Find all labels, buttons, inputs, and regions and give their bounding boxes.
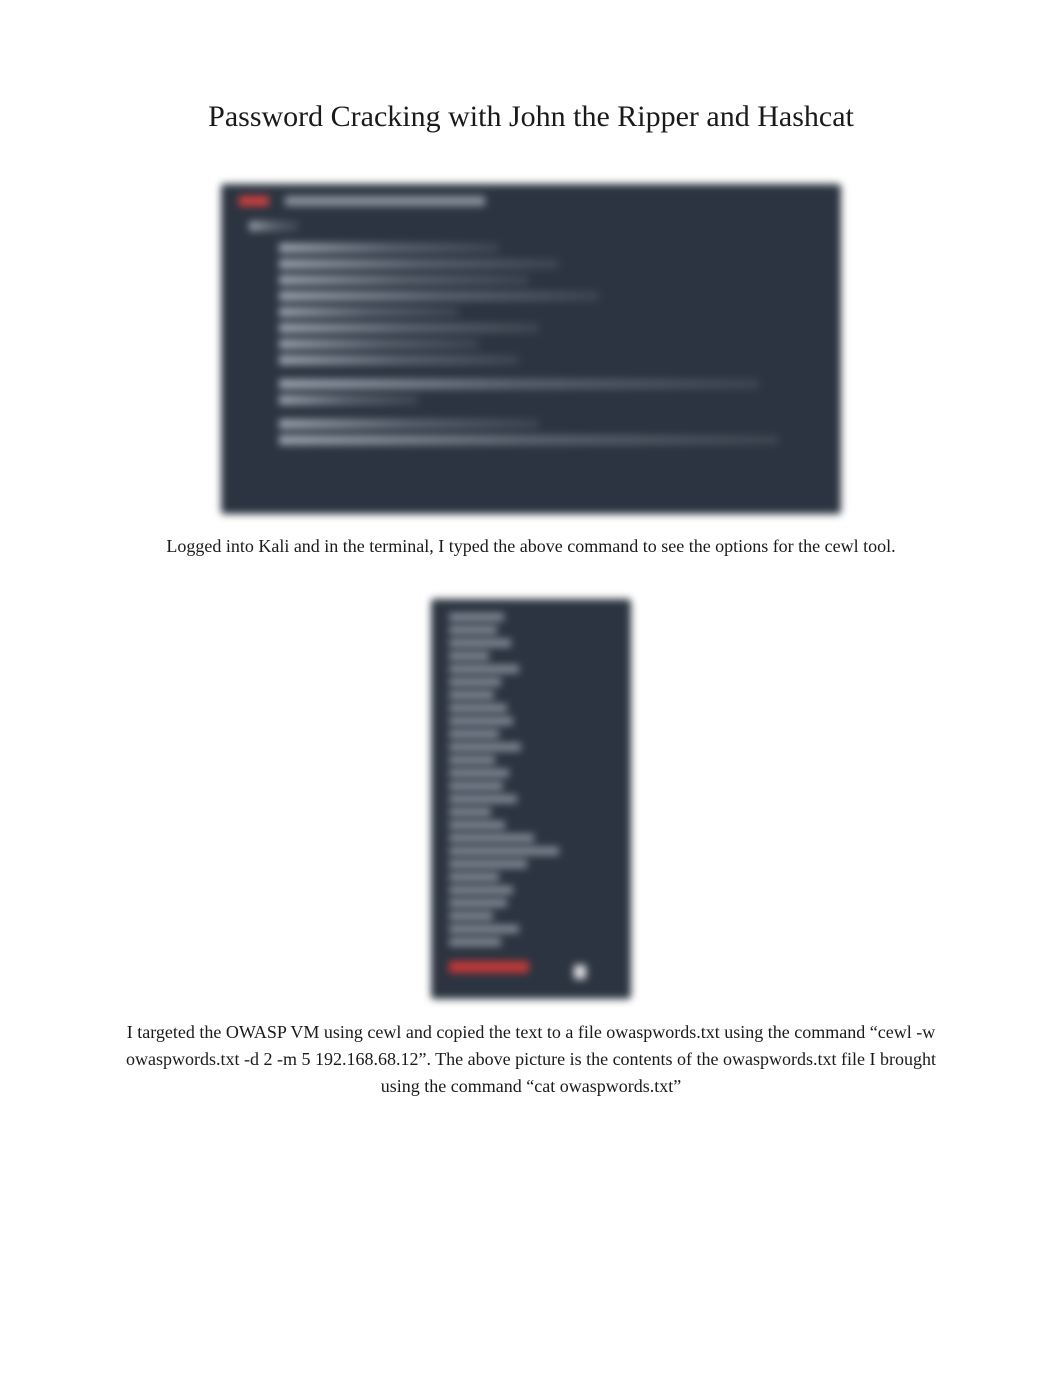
screenshot-1-container [60, 184, 1002, 514]
terminal-screenshot-1 [221, 184, 841, 514]
terminal-content-1 [221, 184, 841, 463]
terminal-content-2 [431, 599, 631, 993]
caption-1: Logged into Kali and in the terminal, I … [120, 534, 942, 559]
page-title: Password Cracking with John the Ripper a… [60, 100, 1002, 134]
terminal-prompt-indicator [449, 961, 529, 973]
terminal-cursor [574, 965, 586, 979]
terminal-screenshot-2 [431, 599, 631, 999]
caption-2: I targeted the OWASP VM using cewl and c… [120, 1019, 942, 1100]
screenshot-2-container [60, 599, 1002, 999]
